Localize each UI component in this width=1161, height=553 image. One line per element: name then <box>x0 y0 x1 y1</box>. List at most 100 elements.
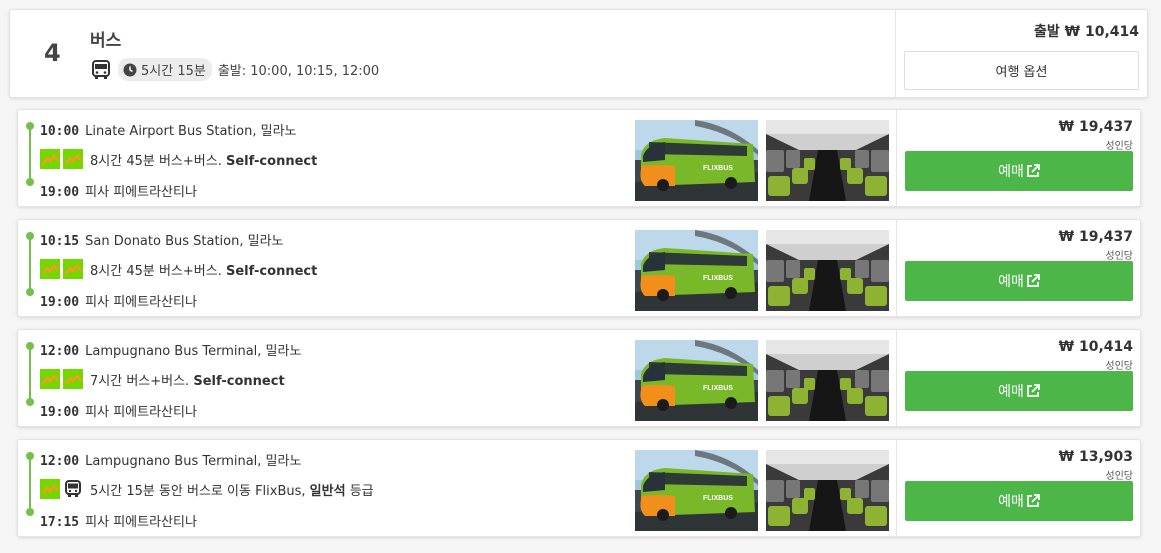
travel-options-button[interactable]: 여행 옵션 <box>904 51 1139 90</box>
route-summary-main: 4 버스 5시간 15분 출발: 10:00, 10:15, 12:00 <box>10 10 895 97</box>
price-column: ₩ 13,903 성인당 예매 <box>896 440 1140 536</box>
bus-interior-photo[interactable] <box>766 450 889 531</box>
svg-text:FLIXBUS: FLIXBUS <box>703 275 733 282</box>
departure-row: 12:00 Lampugnano Bus Terminal, 밀라노 <box>40 450 301 469</box>
segment-row: 8시간 45분 버스+버스. Self-connect <box>40 259 317 279</box>
segment-highlight: Self-connect <box>225 263 318 279</box>
arrival-station: 피사 피에트라산티나 <box>85 185 197 200</box>
book-button[interactable]: 예매 <box>905 481 1133 521</box>
svg-text:FLIXBUS: FLIXBUS <box>703 495 733 502</box>
departure-station: Lampugnano Bus Terminal, 밀라노 <box>85 454 302 469</box>
book-label: 예매 <box>998 494 1024 510</box>
trip-price: ₩ 19,437 <box>1058 229 1133 245</box>
segment-row: 8시간 45분 버스+버스. Self-connect <box>40 149 317 169</box>
bus-icon <box>90 59 112 81</box>
trip-option-card: 12:00 Lampugnano Bus Terminal, 밀라노 5시간 15… <box>17 439 1141 537</box>
arrival-row: 19:00 피사 피에트라산티나 <box>40 181 197 200</box>
result-rank: 4 <box>44 39 61 67</box>
flixbus-logo-icon <box>63 149 83 169</box>
trip-timeline <box>26 122 34 186</box>
segment-highlight: 일반석 <box>309 483 346 499</box>
trip-option-card: 10:00 Linate Airport Bus Station, 밀라노 8시간… <box>17 109 1141 207</box>
departure-time: 12:00 <box>40 344 80 359</box>
bus-interior-photo[interactable] <box>766 230 889 311</box>
departure-station: Lampugnano Bus Terminal, 밀라노 <box>85 344 302 359</box>
lowest-price: 출발 ₩ 10,414 <box>1034 24 1139 40</box>
external-link-icon <box>1026 384 1040 398</box>
arrival-row: 17:15 피사 피에트라산티나 <box>40 511 197 530</box>
route-summary-card: 4 버스 5시간 15분 출발: 10:00, 10:15, 12:00 출발 … <box>9 9 1148 98</box>
bus-exterior-photo[interactable]: FLIXBUS <box>635 230 758 311</box>
trip-price: ₩ 13,903 <box>1058 449 1133 465</box>
departure-time: 10:00 <box>40 124 80 139</box>
arrival-time: 19:00 <box>40 295 80 310</box>
external-link-icon <box>1026 164 1040 178</box>
bus-exterior-photo[interactable]: FLIXBUS <box>635 450 758 531</box>
price-column: ₩ 10,414 성인당 예매 <box>896 330 1140 426</box>
trip-price: ₩ 19,437 <box>1058 119 1133 135</box>
departure-time: 12:00 <box>40 454 80 469</box>
arrival-station: 피사 피에트라산티나 <box>85 295 197 310</box>
duration-badge: 5시간 15분 <box>118 58 212 81</box>
book-button[interactable]: 예매 <box>905 151 1133 191</box>
book-button[interactable]: 예매 <box>905 261 1133 301</box>
bus-interior-photo[interactable] <box>766 340 889 421</box>
external-link-icon <box>1026 274 1040 288</box>
svg-text:FLIXBUS: FLIXBUS <box>703 165 733 172</box>
arrival-time: 19:00 <box>40 185 80 200</box>
segment-description: 5시간 15분 동안 버스로 이동 FlixBus, 일반석 등급 <box>90 483 374 499</box>
segment-row: 7시간 버스+버스. Self-connect <box>40 369 285 389</box>
departure-row: 10:00 Linate Airport Bus Station, 밀라노 <box>40 120 296 139</box>
flixbus-logo-icon <box>63 259 83 279</box>
departure-station: San Donato Bus Station, 밀라노 <box>85 234 284 249</box>
svg-text:FLIXBUS: FLIXBUS <box>703 385 733 392</box>
price-per-label: 성인당 <box>1105 141 1133 152</box>
price-per-label: 성인당 <box>1105 361 1133 372</box>
departure-row: 10:15 San Donato Bus Station, 밀라노 <box>40 230 284 249</box>
departure-times: 출발: 10:00, 10:15, 12:00 <box>217 64 380 79</box>
flixbus-logo-icon <box>40 259 60 279</box>
route-meta: 5시간 15분 출발: 10:00, 10:15, 12:00 <box>90 58 379 81</box>
bus-exterior-photo[interactable]: FLIXBUS <box>635 340 758 421</box>
segment-highlight: Self-connect <box>193 373 285 389</box>
arrival-row: 19:00 피사 피에트라산티나 <box>40 291 197 310</box>
departure-row: 12:00 Lampugnano Bus Terminal, 밀라노 <box>40 340 301 359</box>
segment-description: 8시간 45분 버스+버스. Self-connect <box>90 263 318 279</box>
arrival-time: 17:15 <box>40 515 80 530</box>
price-per-label: 성인당 <box>1105 471 1133 482</box>
flixbus-logo-icon <box>63 369 83 389</box>
price-column: ₩ 19,437 성인당 예매 <box>896 220 1140 316</box>
flixbus-logo-icon <box>40 369 60 389</box>
arrival-station: 피사 피에트라산티나 <box>85 515 197 530</box>
price-per-label: 성인당 <box>1105 251 1133 262</box>
arrival-time: 19:00 <box>40 405 80 420</box>
arrival-station: 피사 피에트라산티나 <box>85 405 197 420</box>
departure-time: 10:15 <box>40 234 80 249</box>
clock-icon <box>123 63 137 77</box>
trip-timeline <box>26 342 34 406</box>
trip-timeline <box>26 452 34 516</box>
flixbus-logo-icon <box>40 479 60 499</box>
book-button[interactable]: 예매 <box>905 371 1133 411</box>
segment-row: 5시간 15분 동안 버스로 이동 FlixBus, 일반석 등급 <box>40 479 374 499</box>
book-label: 예매 <box>998 164 1024 180</box>
segment-description: 8시간 45분 버스+버스. Self-connect <box>90 153 318 169</box>
bus-interior-photo[interactable] <box>766 120 889 201</box>
segment-description: 7시간 버스+버스. Self-connect <box>90 373 285 389</box>
trip-option-card: 10:15 San Donato Bus Station, 밀라노 8시간 45분… <box>17 219 1141 317</box>
book-label: 예매 <box>998 384 1024 400</box>
book-label: 예매 <box>998 274 1024 290</box>
departure-station: Linate Airport Bus Station, 밀라노 <box>85 124 297 139</box>
transport-mode-title: 버스 <box>90 31 122 51</box>
route-summary-side: 출발 ₩ 10,414 여행 옵션 <box>895 10 1147 97</box>
bus-exterior-photo[interactable]: FLIXBUS <box>635 120 758 201</box>
trip-price: ₩ 10,414 <box>1058 339 1133 355</box>
price-column: ₩ 19,437 성인당 예매 <box>896 110 1140 206</box>
flixbus-logo-icon <box>40 149 60 169</box>
trip-option-card: 12:00 Lampugnano Bus Terminal, 밀라노 7시간 버스… <box>17 329 1141 427</box>
arrival-row: 19:00 피사 피에트라산티나 <box>40 401 197 420</box>
trip-timeline <box>26 232 34 296</box>
duration-text: 5시간 15분 <box>141 64 206 79</box>
bus-icon <box>63 479 83 499</box>
segment-highlight: Self-connect <box>225 153 318 169</box>
